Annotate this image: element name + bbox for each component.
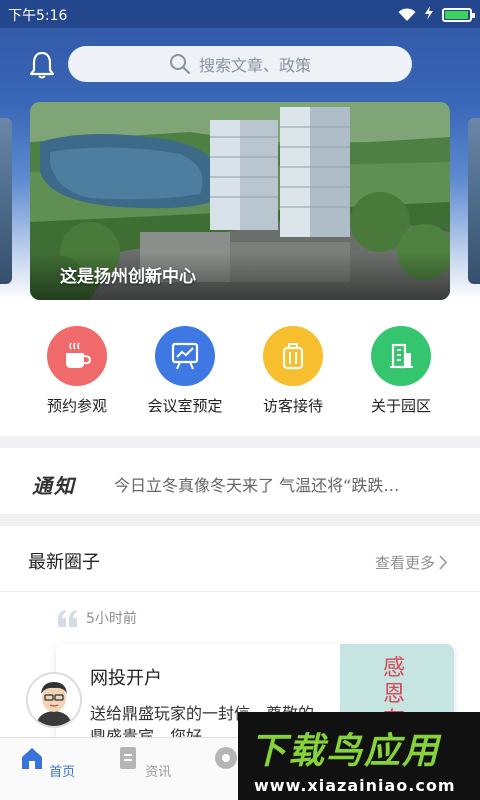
- tab-label: 资讯: [145, 765, 172, 780]
- coffee-cup-icon: [47, 326, 107, 386]
- action-meeting-room[interactable]: 会议室预定: [131, 326, 239, 416]
- tab-label: 首页: [49, 765, 76, 780]
- notice-title: 通知: [32, 474, 76, 498]
- search-icon: [169, 53, 191, 75]
- notice-bar[interactable]: 通知 今日立冬真像冬天来了 气温还将“跌跌…: [0, 452, 480, 514]
- circle-icon: [215, 747, 238, 769]
- wifi-icon: [398, 7, 416, 22]
- tab-news[interactable]: 资讯: [113, 745, 173, 780]
- action-visitor-reception[interactable]: 访客接待: [239, 326, 347, 416]
- post-time: 5小时前: [86, 611, 137, 627]
- bell-icon[interactable]: [28, 50, 56, 80]
- see-more-label: 查看更多: [374, 554, 435, 572]
- watermark-overlay: 下载鸟应用 www.xiazainiao.com: [238, 712, 480, 800]
- quick-actions: 预约参观 会议室预定 访客接待 关于园区: [0, 326, 480, 426]
- action-label: 访客接待: [262, 397, 323, 415]
- action-about-park[interactable]: 关于园区: [347, 326, 455, 416]
- carousel-next-slide[interactable]: [468, 118, 480, 284]
- carousel-prev-slide[interactable]: [0, 118, 12, 284]
- circle-section-header: 最新圈子 查看更多: [0, 528, 480, 592]
- luggage-icon: [263, 326, 323, 386]
- watermark-url: www.xiazainiao.com: [254, 776, 456, 795]
- banner-caption: 这是扬州创新中心: [60, 267, 196, 287]
- status-bar: 下午5:16: [0, 0, 480, 28]
- status-time: 下午5:16: [8, 8, 68, 24]
- search-input[interactable]: 搜索文章、政策: [68, 46, 412, 82]
- notice-text[interactable]: 今日立冬真像冬天来了 气温还将“跌跌…: [114, 472, 444, 496]
- avatar[interactable]: [26, 672, 82, 728]
- watermark-title: 下载鸟应用: [250, 731, 441, 772]
- building-icon: [371, 326, 431, 386]
- post-timestamp: 5小时前: [56, 608, 137, 628]
- banner-slide[interactable]: 这是扬州创新中心: [30, 102, 450, 300]
- app-screen: 下午5:16 搜索文章、政策 这是扬州创新中心 预约参观 会议室预定 访客接待 …: [0, 0, 480, 800]
- document-icon: [119, 747, 136, 769]
- battery-level: [445, 10, 468, 19]
- section-title: 最新圈子: [28, 552, 100, 573]
- chevron-right-icon: [439, 555, 448, 570]
- search-placeholder: 搜索文章、政策: [198, 56, 311, 75]
- section-divider: [0, 514, 480, 526]
- section-divider: [0, 436, 480, 448]
- tab-home[interactable]: 首页: [17, 745, 77, 780]
- action-book-visit[interactable]: 预约参观: [23, 326, 131, 416]
- post-author: 网投开户: [90, 668, 162, 689]
- action-label: 关于园区: [370, 397, 431, 415]
- charging-icon: [424, 6, 434, 23]
- presentation-board-icon: [155, 326, 215, 386]
- battery-icon: [442, 7, 475, 22]
- status-icons: [398, 6, 475, 23]
- home-icon: [21, 748, 42, 769]
- action-label: 会议室预定: [147, 397, 223, 415]
- quote-icon: [58, 610, 77, 627]
- action-label: 预约参观: [46, 397, 107, 415]
- avatar-image: [28, 674, 80, 726]
- see-more-link[interactable]: 查看更多: [375, 552, 448, 573]
